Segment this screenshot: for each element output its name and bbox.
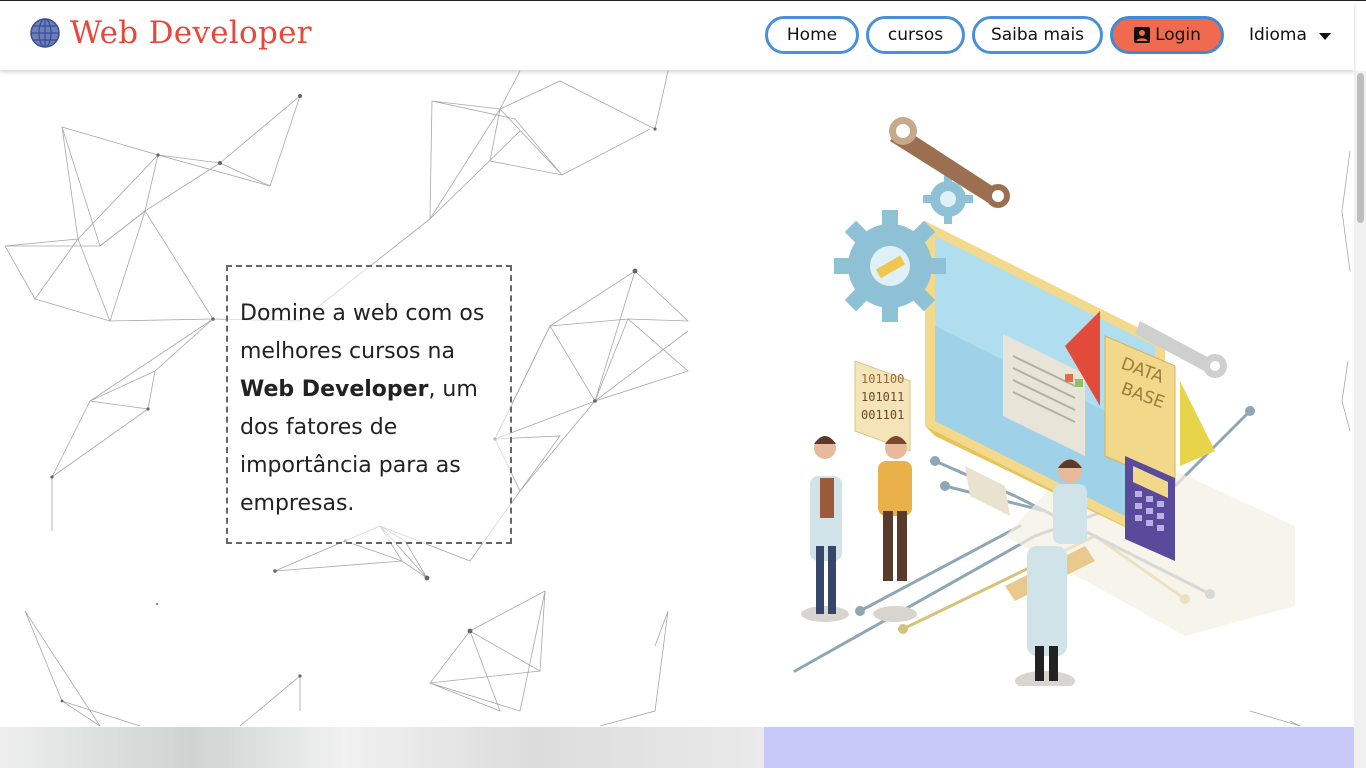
person-scientist-left: [801, 436, 849, 622]
nav-cursos-button[interactable]: cursos: [866, 16, 965, 54]
section-image-preview: [0, 727, 764, 768]
caret-down-icon: [1318, 32, 1331, 40]
binary-line-1: 101100: [861, 372, 904, 386]
nav-home-button[interactable]: Home: [765, 16, 859, 54]
hero-text-box: Domine a web com os melhores cursos na W…: [226, 265, 512, 544]
developer-team-illustration: 101100 101011 001101 DATA BASE: [793, 117, 1295, 686]
hero-text-before: Domine a web com os melhores cursos na: [240, 301, 485, 364]
hero-section: Domine a web com os melhores cursos na W…: [0, 71, 1354, 726]
brand[interactable]: Web Developer: [30, 13, 312, 53]
brand-name: Web Developer: [70, 15, 312, 51]
globe-icon: [30, 18, 60, 48]
page-scrollbar[interactable]: [1354, 71, 1366, 768]
nav-saiba-mais-button[interactable]: Saiba mais: [972, 16, 1103, 54]
scrollbar-thumb[interactable]: [1357, 73, 1364, 223]
binary-line-2: 101011: [861, 390, 904, 404]
login-button[interactable]: Login: [1110, 16, 1224, 54]
hero-brand-highlight: Web Developer: [240, 377, 429, 402]
hero-headline: Domine a web com os melhores cursos na W…: [240, 295, 500, 523]
language-label: Idioma: [1249, 25, 1307, 45]
main-nav: Home cursos Saiba mais Login Idioma: [765, 16, 1331, 54]
site-header: Web Developer Home cursos Saiba mais Log…: [0, 1, 1354, 70]
section-color-panel: [764, 727, 1354, 768]
login-label: Login: [1155, 25, 1201, 45]
language-dropdown[interactable]: Idioma: [1249, 25, 1331, 45]
contact-card-icon: [1134, 27, 1151, 43]
large-gear: [834, 210, 946, 322]
binary-line-3: 001101: [861, 408, 904, 422]
